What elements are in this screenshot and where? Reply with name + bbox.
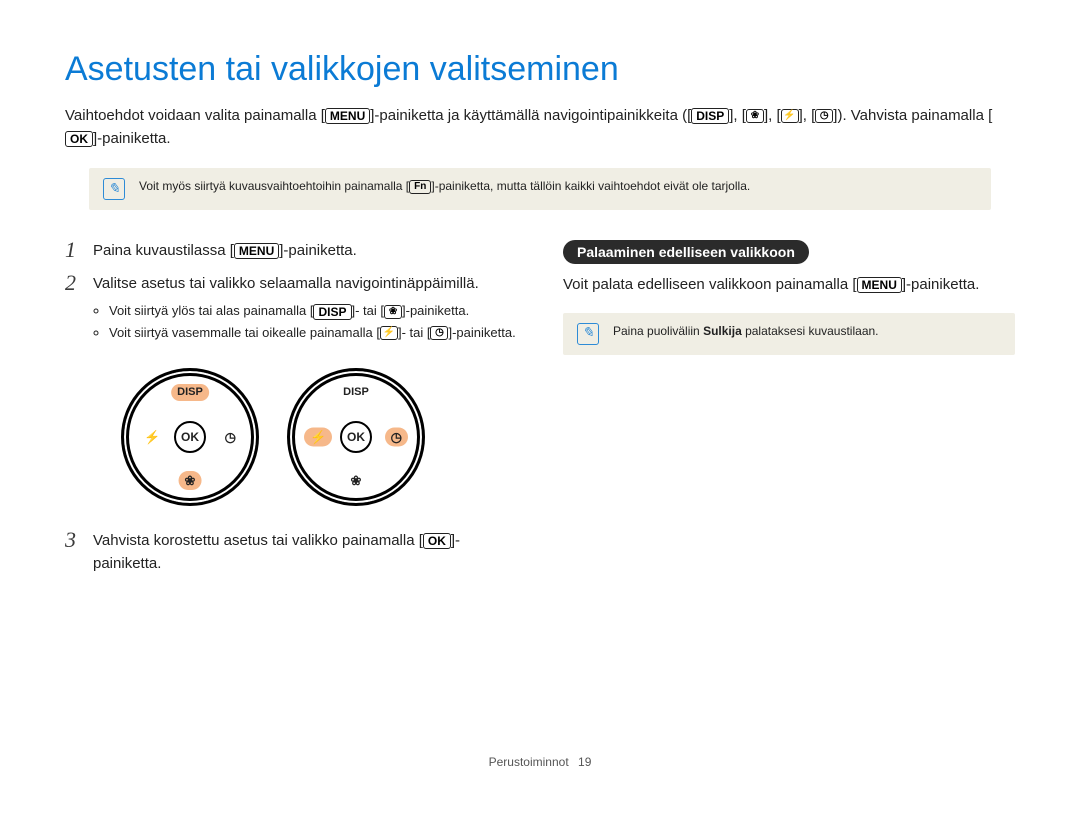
intro-text: ]). Vahvista painamalla [	[833, 107, 992, 124]
dial-flash-segment: ⚡	[138, 428, 166, 447]
step-2: Valitse asetus tai valikko selaamalla na…	[65, 273, 517, 521]
page-title: Asetusten tai valikkojen valitseminen	[65, 50, 1015, 89]
intro-text: ], [	[799, 107, 816, 124]
intro-text: ], [	[729, 107, 746, 124]
menu-button-label: MENU	[234, 243, 279, 259]
right-column: Palaaminen edelliseen valikkoon Voit pal…	[563, 240, 1015, 585]
intro-text: ]-painiketta.	[93, 130, 171, 147]
macro-icon: ❀	[384, 305, 402, 319]
fn-button-label: Fn	[409, 180, 431, 194]
step-3: Vahvista korostettu asetus tai valikko p…	[65, 530, 517, 575]
navigation-dials: DISP ❀ ⚡ ◷ OK DISP ❀ ⚡ ◷ OK	[93, 352, 517, 520]
right-body: Voit palata edelliseen valikkoon painama…	[563, 274, 1015, 297]
disp-button-label: DISP	[313, 304, 351, 320]
intro-paragraph: Vaihtoehdot voidaan valita painamalla [M…	[65, 105, 1015, 150]
dial-timer-segment: ◷	[219, 428, 242, 447]
left-column: Paina kuvaustilassa [MENU]-painiketta. V…	[65, 240, 517, 585]
note-box: ✎ Voit myös siirtyä kuvausvaihtoehtoihin…	[89, 168, 991, 210]
page-footer: Perustoiminnot 19	[65, 755, 1015, 769]
timer-icon: ◷	[430, 326, 448, 340]
note-box: ✎ Paina puoliväliin Sulkija palataksesi …	[563, 313, 1015, 355]
note-icon: ✎	[103, 178, 125, 200]
dial-vertical: DISP ❀ ⚡ ◷ OK	[121, 368, 259, 506]
dial-horizontal: DISP ❀ ⚡ ◷ OK	[287, 368, 425, 506]
dial-ok-button: OK	[174, 421, 206, 453]
intro-text: ], [	[764, 107, 781, 124]
ok-button-label: OK	[65, 131, 93, 147]
section-pill: Palaaminen edelliseen valikkoon	[563, 240, 809, 264]
flash-icon: ⚡	[781, 109, 799, 123]
note-icon: ✎	[577, 323, 599, 345]
note-text: Voit myös siirtyä kuvausvaihtoehtoihin p…	[139, 178, 750, 195]
dial-ok-button: OK	[340, 421, 372, 453]
timer-icon: ◷	[815, 109, 833, 123]
page-number: 19	[578, 755, 591, 769]
step-2-bullet-2: Voit siirtyä vasemmalle tai oikealle pai…	[109, 323, 517, 343]
intro-text: Vaihtoehdot voidaan valita painamalla [	[65, 107, 325, 124]
macro-icon: ❀	[746, 109, 764, 123]
disp-button-label: DISP	[691, 108, 729, 124]
note-text: Paina puoliväliin Sulkija palataksesi ku…	[613, 323, 879, 340]
dial-timer-segment: ◷	[385, 428, 408, 447]
dial-disp-segment: DISP	[337, 384, 375, 401]
dial-macro-segment: ❀	[345, 471, 368, 490]
menu-button-label: MENU	[857, 277, 902, 293]
step-2-bullet-1: Voit siirtyä ylös tai alas painamalla [D…	[109, 301, 517, 321]
step-1: Paina kuvaustilassa [MENU]-painiketta.	[65, 240, 517, 263]
intro-text: ]-painiketta ja käyttämällä navigointipa…	[370, 107, 691, 124]
menu-button-label: MENU	[325, 108, 370, 124]
dial-macro-segment: ❀	[179, 471, 202, 490]
dial-flash-segment: ⚡	[304, 428, 332, 447]
footer-section: Perustoiminnot	[489, 755, 569, 769]
flash-icon: ⚡	[380, 326, 398, 340]
dial-disp-segment: DISP	[171, 384, 209, 401]
ok-button-label: OK	[423, 533, 451, 549]
